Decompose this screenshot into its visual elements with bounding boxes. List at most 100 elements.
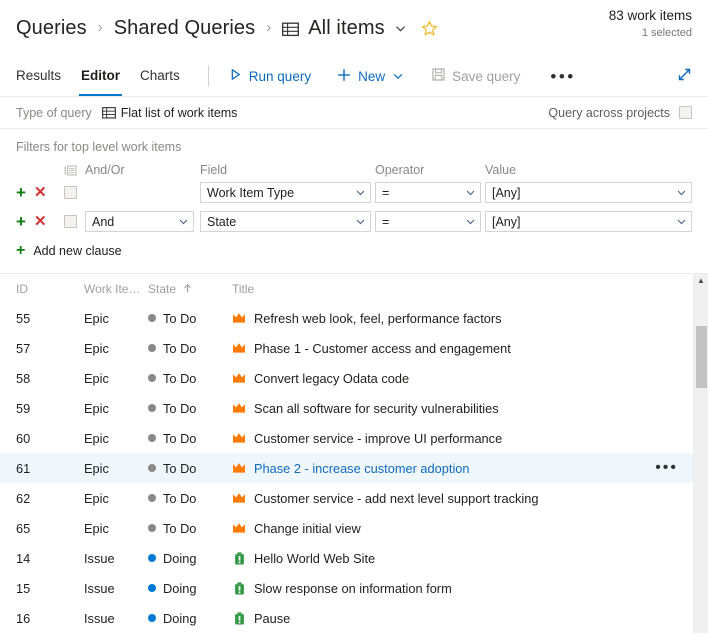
breadcrumb-item-queries[interactable]: Queries: [16, 17, 87, 40]
tab-charts[interactable]: Charts: [130, 56, 190, 96]
cell-title: Hello World Web Site: [232, 551, 692, 566]
cell-title-label[interactable]: Phase 1 - Customer access and engagement: [254, 341, 511, 356]
crown-icon: [232, 461, 246, 475]
cell-work-item-type: Epic: [84, 430, 109, 446]
play-icon: [229, 68, 242, 84]
caret-up-icon[interactable]: ▲: [694, 277, 708, 285]
save-query-label: Save query: [452, 68, 521, 84]
cell-state: To Do: [148, 371, 232, 386]
table-row[interactable]: 57 Epic To Do Phase 1 - Customer access …: [0, 333, 708, 363]
work-items-count: 83 work items 1 selected: [609, 8, 692, 41]
results-vertical-scrollbar[interactable]: ▲: [693, 274, 708, 633]
filter-andor-cell: And: [85, 211, 200, 232]
cell-id: 61: [16, 460, 31, 476]
add-clause-icon[interactable]: +: [16, 213, 26, 230]
run-query-button[interactable]: Run query: [223, 60, 317, 92]
table-row-selected[interactable]: 61 Epic To Do Phase 2 - increase custome…: [0, 453, 708, 483]
cell-title: Phase 1 - Customer access and engagement: [232, 341, 692, 356]
cell-title-label[interactable]: Slow response on information form: [254, 581, 452, 596]
filter-column-header-andor: And/Or: [85, 163, 125, 177]
filter-row-checkbox[interactable]: [64, 186, 77, 199]
cell-work-item-type: Epic: [84, 520, 109, 536]
filter-operator-dropdown[interactable]: =: [375, 182, 481, 203]
breadcrumb-item-shared-queries[interactable]: Shared Queries: [114, 17, 255, 40]
cell-title-label[interactable]: Customer service - add next level suppor…: [254, 491, 539, 506]
table-row[interactable]: 59 Epic To Do Scan all software for secu…: [0, 393, 708, 423]
table-row[interactable]: 62 Epic To Do Customer service - add nex…: [0, 483, 708, 513]
group-clauses-icon[interactable]: [64, 164, 85, 177]
cell-state-label: To Do: [163, 430, 197, 446]
filter-field-dropdown[interactable]: State: [200, 211, 371, 232]
table-row[interactable]: 55 Epic To Do Refresh web look, feel, pe…: [0, 303, 708, 333]
table-row[interactable]: 15 Issue Doing Slow response on informat…: [0, 573, 708, 603]
row-context-menu-button[interactable]: •••: [655, 460, 678, 476]
cell-title-label[interactable]: Convert legacy Odata code: [254, 371, 409, 386]
state-dot-icon: [148, 494, 156, 502]
column-header-id[interactable]: ID: [16, 282, 84, 296]
table-row[interactable]: 60 Epic To Do Customer service - improve…: [0, 423, 708, 453]
expand-fullscreen-button[interactable]: [675, 65, 694, 84]
cell-state: To Do: [148, 431, 232, 446]
cell-title-label[interactable]: Change initial view: [254, 521, 361, 536]
cell-state: To Do: [148, 521, 232, 536]
cell-id: 58: [16, 370, 31, 386]
filter-value-dropdown[interactable]: [Any]: [485, 182, 692, 203]
arrow-up-icon: [182, 283, 193, 294]
cell-title-label[interactable]: Customer service - improve UI performanc…: [254, 431, 502, 446]
cell-work-item-type: Epic: [84, 310, 109, 326]
add-clause-icon[interactable]: +: [16, 184, 26, 201]
cell-id: 55: [16, 310, 31, 326]
query-across-projects-checkbox[interactable]: [679, 106, 692, 119]
query-type-value[interactable]: Flat list of work items: [101, 106, 237, 120]
cell-title-label[interactable]: Pause: [254, 611, 290, 626]
filter-andor-dropdown[interactable]: And: [85, 211, 194, 232]
filter-row-actions: + ✕: [16, 213, 64, 230]
cell-state: To Do: [148, 311, 232, 326]
filter-operator-dropdown[interactable]: =: [375, 211, 481, 232]
cell-id: 62: [16, 490, 31, 506]
cell-title-label[interactable]: Phase 2 - increase customer adoption: [254, 461, 470, 476]
filter-row-select: [64, 215, 85, 228]
results-table: ID Work Item... State Title 55 Epic To D…: [0, 273, 708, 633]
filter-andor-dropdown[interactable]: [85, 182, 194, 203]
cell-id: 65: [16, 520, 31, 536]
cell-title-label[interactable]: Hello World Web Site: [254, 551, 375, 566]
filter-value-dropdown[interactable]: [Any]: [485, 211, 692, 232]
breadcrumb: Queries › Shared Queries › All items: [16, 0, 692, 56]
column-header-state[interactable]: State: [148, 282, 232, 296]
cell-state: To Do: [148, 461, 232, 476]
table-row[interactable]: 65 Epic To Do Change initial view: [0, 513, 708, 543]
chevron-down-icon: [355, 216, 366, 227]
crown-icon: [232, 341, 246, 355]
filter-row-checkbox[interactable]: [64, 215, 77, 228]
delete-clause-icon[interactable]: ✕: [34, 214, 47, 229]
table-row[interactable]: 16 Issue Doing Pause: [0, 603, 708, 633]
save-query-button[interactable]: Save query: [426, 60, 526, 92]
tab-results[interactable]: Results: [16, 56, 71, 96]
toolbar-overflow-button[interactable]: •••: [542, 68, 583, 85]
new-button[interactable]: New: [331, 60, 410, 92]
cell-title-label[interactable]: Scan all software for security vulnerabi…: [254, 401, 499, 416]
cell-state: Doing: [148, 581, 232, 596]
state-dot-icon: [148, 614, 156, 622]
cell-title: Scan all software for security vulnerabi…: [232, 401, 692, 416]
table-row[interactable]: 58 Epic To Do Convert legacy Odata code: [0, 363, 708, 393]
breadcrumb-item-all-items[interactable]: All items: [308, 17, 384, 40]
chevron-down-icon[interactable]: [394, 22, 407, 35]
column-header-title[interactable]: Title: [232, 282, 692, 296]
table-row[interactable]: 14 Issue Doing Hello World Web Site: [0, 543, 708, 573]
filter-field-dropdown[interactable]: Work Item Type: [200, 182, 371, 203]
chevron-down-icon[interactable]: [392, 70, 404, 82]
cell-state-label: To Do: [163, 400, 197, 416]
add-new-clause-button[interactable]: + Add new clause: [16, 243, 122, 259]
breadcrumb-separator: ›: [266, 18, 272, 36]
grid-icon: [282, 21, 300, 38]
delete-clause-icon[interactable]: ✕: [34, 185, 47, 200]
favorite-star-icon[interactable]: [421, 20, 438, 37]
tab-editor[interactable]: Editor: [71, 56, 130, 96]
filter-field-value: State: [207, 214, 237, 229]
scrollbar-thumb[interactable]: [696, 326, 707, 388]
column-header-work-item-type[interactable]: Work Item...: [84, 282, 148, 296]
cell-state: To Do: [148, 341, 232, 356]
cell-title-label[interactable]: Refresh web look, feel, performance fact…: [254, 311, 502, 326]
